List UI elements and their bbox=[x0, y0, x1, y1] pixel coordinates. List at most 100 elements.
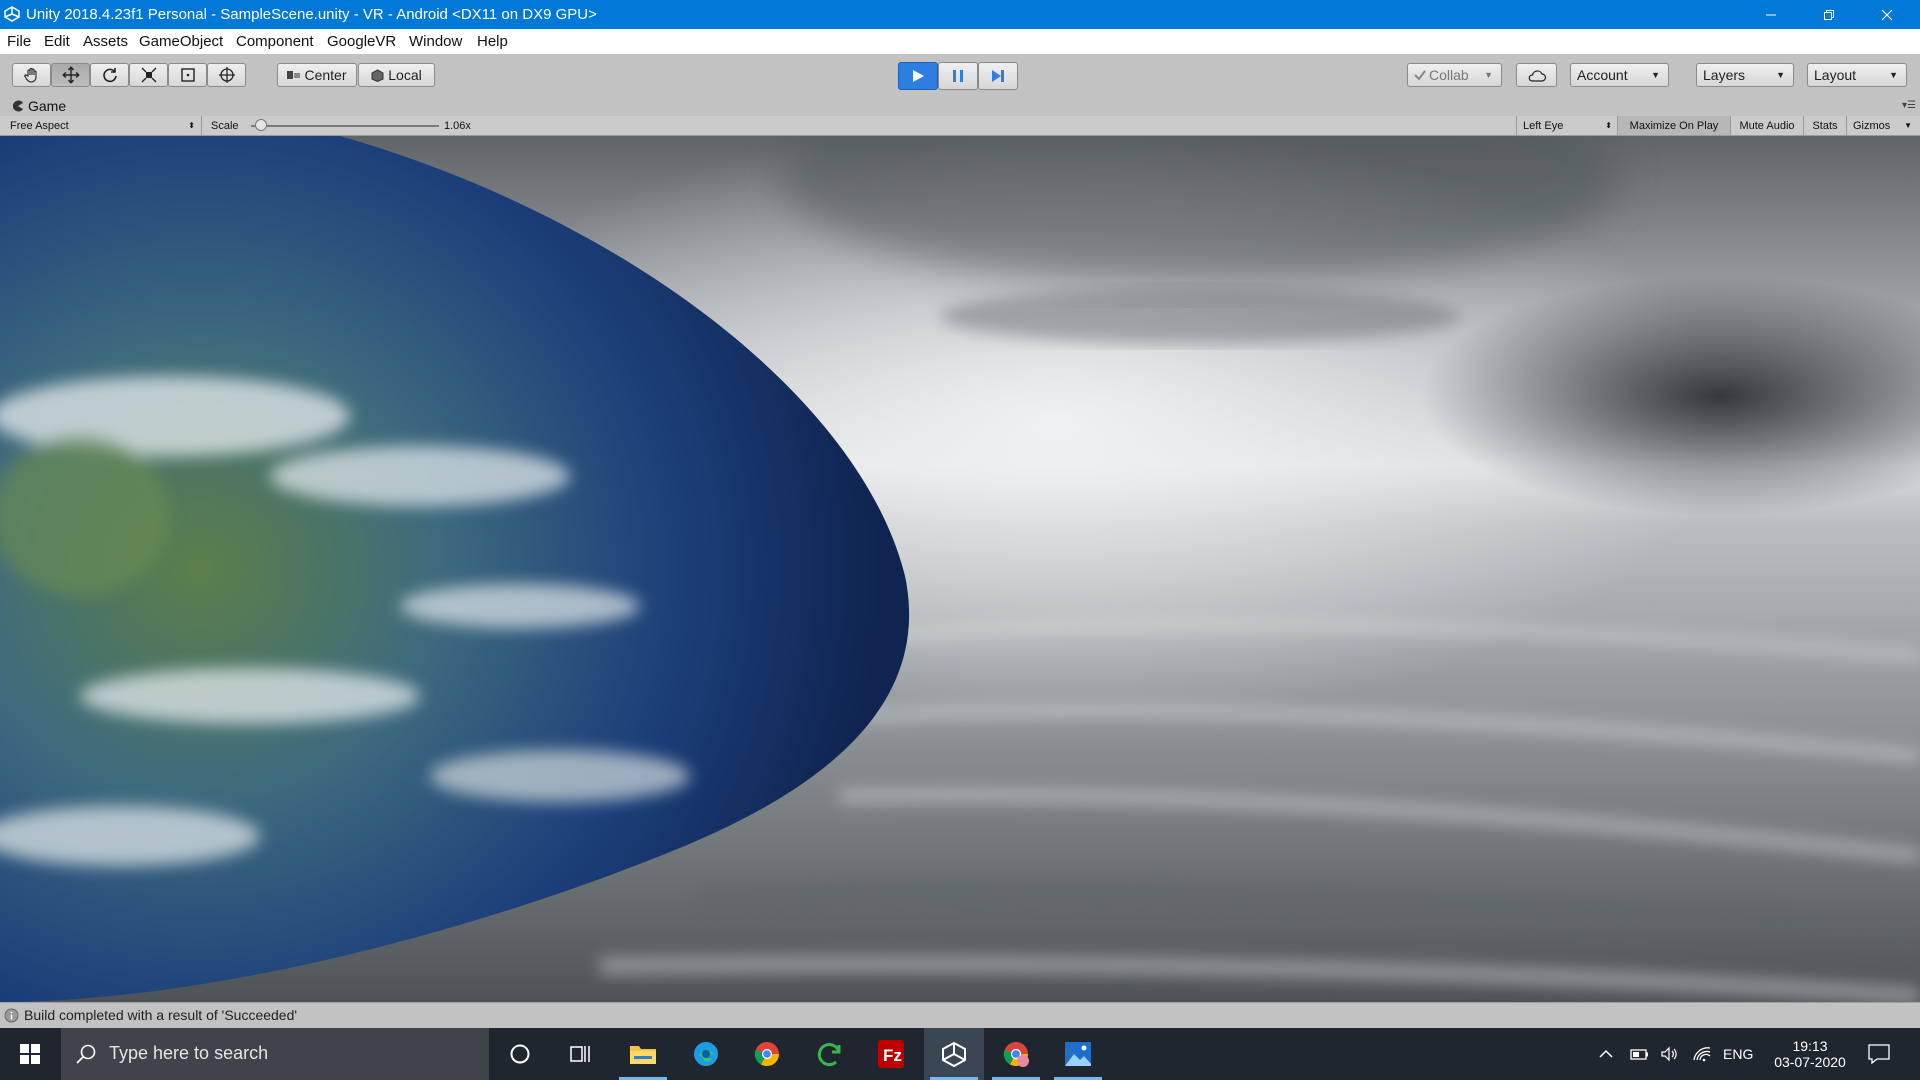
photos-taskbar-button[interactable] bbox=[1048, 1028, 1108, 1080]
eye-dropdown[interactable]: Left Eye ⬍ bbox=[1516, 116, 1616, 135]
circular-arrows-icon bbox=[817, 1043, 841, 1067]
language-indicator[interactable]: ENG bbox=[1723, 1028, 1753, 1080]
check-icon bbox=[1414, 70, 1426, 81]
edge-taskbar-button[interactable] bbox=[676, 1028, 736, 1080]
menu-googlevr[interactable]: GoogleVR bbox=[327, 33, 396, 50]
layout-dropdown[interactable]: Layout ▼ bbox=[1807, 63, 1907, 87]
windows-taskbar: Type here to search Fz ENG 19:13 03-07-2… bbox=[0, 1028, 1920, 1080]
gizmos-dropdown[interactable]: Gizmos ▼ bbox=[1846, 116, 1914, 135]
hand-tool-button[interactable] bbox=[12, 63, 51, 87]
slider-track bbox=[251, 125, 439, 127]
clock-time: 19:13 bbox=[1792, 1038, 1828, 1054]
volume-button[interactable] bbox=[1660, 1028, 1680, 1080]
game-tab-label: Game bbox=[28, 98, 67, 114]
scale-label: Scale bbox=[211, 119, 239, 132]
unity-icon bbox=[942, 1041, 966, 1067]
network-button[interactable] bbox=[1692, 1028, 1712, 1080]
tab-menu-icon[interactable]: ▾☰ bbox=[1902, 100, 1916, 111]
chrome-profile-taskbar-button[interactable] bbox=[986, 1028, 1046, 1080]
slider-thumb[interactable] bbox=[254, 119, 267, 131]
clock[interactable]: 19:13 03-07-2020 bbox=[1762, 1028, 1858, 1080]
scale-value: 1.06x bbox=[444, 119, 471, 132]
game-view[interactable] bbox=[0, 136, 1920, 1002]
edge-icon bbox=[694, 1042, 718, 1066]
start-button[interactable] bbox=[0, 1028, 60, 1080]
mute-audio-toggle[interactable]: Mute Audio bbox=[1730, 116, 1803, 135]
action-center-button[interactable] bbox=[1868, 1028, 1890, 1080]
battery-button[interactable] bbox=[1630, 1028, 1650, 1080]
unity-taskbar-button[interactable] bbox=[924, 1028, 984, 1080]
menu-file[interactable]: File bbox=[7, 33, 31, 50]
chevron-up-icon bbox=[1599, 1049, 1613, 1058]
menu-window[interactable]: Window bbox=[409, 33, 462, 50]
play-button[interactable] bbox=[898, 62, 938, 90]
rect-tool-icon bbox=[180, 68, 195, 82]
scale-tool-button[interactable] bbox=[129, 63, 168, 87]
stats-toggle[interactable]: Stats bbox=[1803, 116, 1846, 135]
layers-dropdown[interactable]: Layers ▼ bbox=[1696, 63, 1794, 87]
eye-label: Left Eye bbox=[1523, 119, 1564, 132]
notification-icon bbox=[1868, 1044, 1890, 1064]
layers-label: Layers bbox=[1703, 67, 1746, 83]
task-view-button[interactable] bbox=[550, 1028, 610, 1080]
game-tab[interactable]: Game bbox=[4, 96, 66, 116]
game-pacman-icon bbox=[12, 100, 23, 112]
aspect-dropdown[interactable]: Free Aspect ⬍ bbox=[4, 116, 202, 135]
local-cube-icon bbox=[371, 68, 384, 82]
layout-label: Layout bbox=[1814, 67, 1857, 83]
pivot-center-icon bbox=[287, 71, 301, 79]
game-tab-header: Game ▾☰ bbox=[0, 96, 1920, 116]
maximize-label: Maximize On Play bbox=[1629, 119, 1719, 132]
filezilla-taskbar-button[interactable]: Fz bbox=[861, 1028, 921, 1080]
tray-overflow-button[interactable] bbox=[1598, 1028, 1614, 1080]
step-button[interactable] bbox=[978, 62, 1018, 90]
minimize-button[interactable] bbox=[1742, 0, 1800, 29]
menu-assets[interactable]: Assets bbox=[83, 33, 128, 50]
close-icon bbox=[1881, 9, 1893, 20]
menu-component[interactable]: Component bbox=[236, 33, 314, 50]
speaker-icon bbox=[1661, 1046, 1677, 1062]
folder-icon bbox=[630, 1046, 656, 1064]
restore-icon bbox=[1824, 9, 1834, 20]
game-control-bar: Free Aspect ⬍ Scale 1.06x Left Eye ⬍ Max… bbox=[0, 116, 1920, 136]
pivot-center-label: Center bbox=[304, 67, 347, 83]
status-bar[interactable]: Build completed with a result of 'Succee… bbox=[0, 1002, 1920, 1029]
scale-slider[interactable] bbox=[251, 116, 439, 135]
close-button[interactable] bbox=[1858, 0, 1916, 29]
pivot-center-button[interactable]: Center bbox=[277, 63, 357, 87]
refresh-app-taskbar-button[interactable] bbox=[799, 1028, 859, 1080]
chevron-down-icon: ▼ bbox=[1889, 70, 1898, 80]
move-tool-button[interactable] bbox=[51, 63, 90, 87]
pause-button[interactable] bbox=[938, 62, 978, 90]
windows-logo-icon bbox=[20, 1044, 40, 1064]
chevron-down-icon: ▼ bbox=[1651, 70, 1660, 80]
cortana-button[interactable] bbox=[490, 1028, 550, 1080]
step-icon bbox=[992, 70, 1004, 82]
maximize-on-play-toggle[interactable]: Maximize On Play bbox=[1617, 116, 1730, 135]
wifi-icon bbox=[1693, 1047, 1711, 1062]
collab-dropdown[interactable]: Collab ▼ bbox=[1407, 63, 1502, 87]
transform-tool-button[interactable] bbox=[207, 63, 246, 87]
file-explorer-taskbar-button[interactable] bbox=[613, 1028, 673, 1080]
cloud-button[interactable] bbox=[1516, 63, 1557, 87]
account-dropdown[interactable]: Account ▼ bbox=[1570, 63, 1669, 87]
menu-help[interactable]: Help bbox=[477, 33, 508, 50]
play-icon bbox=[913, 70, 924, 82]
photos-icon bbox=[1065, 1042, 1091, 1066]
rect-tool-button[interactable] bbox=[168, 63, 207, 87]
menu-edit[interactable]: Edit bbox=[44, 33, 70, 50]
pivot-local-button[interactable]: Local bbox=[358, 63, 435, 87]
restore-button[interactable] bbox=[1800, 0, 1858, 29]
chevron-down-icon: ▼ bbox=[1484, 70, 1493, 80]
stats-label: Stats bbox=[1812, 119, 1838, 132]
chrome-icon bbox=[754, 1042, 780, 1067]
chrome-taskbar-button[interactable] bbox=[737, 1028, 797, 1080]
unity-logo-icon bbox=[4, 6, 20, 22]
battery-icon bbox=[1630, 1049, 1648, 1060]
chevron-down-icon: ▼ bbox=[1776, 70, 1785, 80]
minimize-icon bbox=[1766, 14, 1776, 15]
rotate-tool-button[interactable] bbox=[90, 63, 129, 87]
chevron-down-icon: ▼ bbox=[1904, 121, 1912, 130]
menu-gameobject[interactable]: GameObject bbox=[139, 33, 223, 50]
taskbar-search-box[interactable]: Type here to search bbox=[61, 1028, 489, 1080]
